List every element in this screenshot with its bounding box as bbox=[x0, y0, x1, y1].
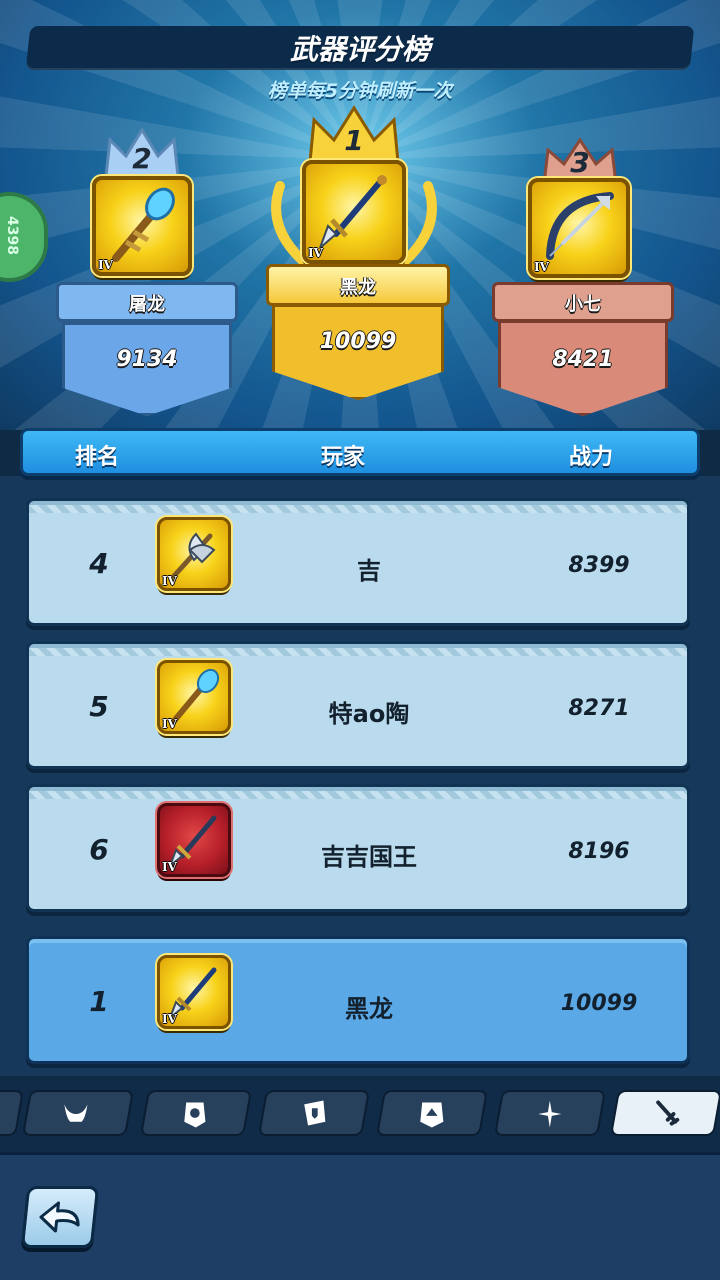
row-rank: 6 bbox=[89, 833, 109, 866]
row-weapon-icon: IV bbox=[157, 517, 231, 591]
tier-label: IV bbox=[534, 260, 549, 274]
tab-gear-badge[interactable] bbox=[139, 1090, 253, 1136]
my-rank-row[interactable]: 1 IV 黑龙 10099 bbox=[26, 936, 690, 1064]
tier-label: IV bbox=[162, 860, 177, 874]
row-power: 8399 bbox=[568, 553, 630, 578]
bottom-panel bbox=[0, 1152, 720, 1280]
back-arrow-icon bbox=[39, 1201, 80, 1233]
podium-player-name: 黑龙 bbox=[266, 264, 450, 306]
tier-label: IV bbox=[162, 717, 177, 731]
tab-horned-helmet[interactable] bbox=[21, 1090, 135, 1136]
page-title: 武器评分榜 bbox=[289, 33, 430, 66]
row-rank: 5 bbox=[89, 690, 109, 723]
shield-card-icon bbox=[304, 1100, 326, 1126]
col-power-header: 战力 bbox=[569, 445, 614, 470]
shuriken-icon bbox=[538, 1100, 562, 1128]
row-player: 吉吉国王 bbox=[321, 843, 417, 871]
tier-label: IV bbox=[162, 574, 177, 588]
tab-spade-badge[interactable] bbox=[375, 1090, 489, 1136]
row-player: 特ao陶 bbox=[328, 700, 410, 728]
podium-player-name: 小七 bbox=[492, 282, 674, 322]
row-weapon-icon: IV bbox=[157, 660, 231, 734]
horned-helmet-icon bbox=[64, 1104, 88, 1122]
table-row[interactable]: 6 IV 吉吉国王 8196 bbox=[26, 784, 690, 912]
gear-badge-icon bbox=[184, 1102, 206, 1128]
podium-weapon-icon: IV bbox=[528, 178, 630, 278]
table-header: 排名 玩家 战力 bbox=[20, 428, 700, 476]
row-power: 8271 bbox=[568, 696, 630, 721]
tab-sword[interactable] bbox=[609, 1090, 720, 1136]
side-score-text: 4398 bbox=[4, 216, 20, 255]
podium-rank-number: 3 bbox=[570, 146, 590, 179]
tier-label: IV bbox=[162, 1012, 177, 1026]
table-row[interactable]: 5 IV 特ao陶 8271 bbox=[26, 641, 690, 769]
category-tab-bar bbox=[0, 1082, 720, 1152]
row-stripe bbox=[29, 505, 687, 513]
tab-shield-card[interactable] bbox=[257, 1090, 371, 1136]
podium-player-name: 屠龙 bbox=[56, 282, 238, 322]
row-stripe bbox=[29, 791, 687, 799]
tier-label: IV bbox=[98, 258, 113, 272]
row-player: 吉 bbox=[357, 557, 381, 585]
podium-rank-number: 1 bbox=[344, 124, 364, 157]
spade-badge-icon bbox=[420, 1102, 444, 1128]
tier-label: IV bbox=[308, 246, 323, 260]
podium-weapon-icon: IV bbox=[302, 160, 406, 264]
row-rank: 4 bbox=[89, 547, 109, 580]
refresh-note: 榜单每5分钟刷新一次 bbox=[267, 80, 453, 102]
row-player: 黑龙 bbox=[345, 995, 393, 1023]
back-button[interactable] bbox=[20, 1186, 100, 1248]
row-weapon-icon: IV bbox=[157, 803, 231, 877]
row-rank: 1 bbox=[89, 985, 109, 1018]
podium-rank-number: 2 bbox=[132, 142, 152, 175]
row-weapon-icon: IV bbox=[157, 955, 231, 1029]
table-row[interactable]: 4 IV 吉 8399 bbox=[26, 498, 690, 626]
col-rank-header: 排名 bbox=[75, 445, 120, 470]
row-stripe bbox=[29, 648, 687, 656]
row-power: 10099 bbox=[560, 991, 638, 1016]
row-power: 8196 bbox=[568, 839, 630, 864]
tab-hidden-left[interactable] bbox=[0, 1090, 25, 1136]
sword-icon bbox=[656, 1100, 680, 1126]
col-player-header: 玩家 bbox=[321, 445, 366, 470]
tab-shuriken[interactable] bbox=[493, 1090, 607, 1136]
podium-weapon-icon: IV bbox=[92, 176, 192, 276]
